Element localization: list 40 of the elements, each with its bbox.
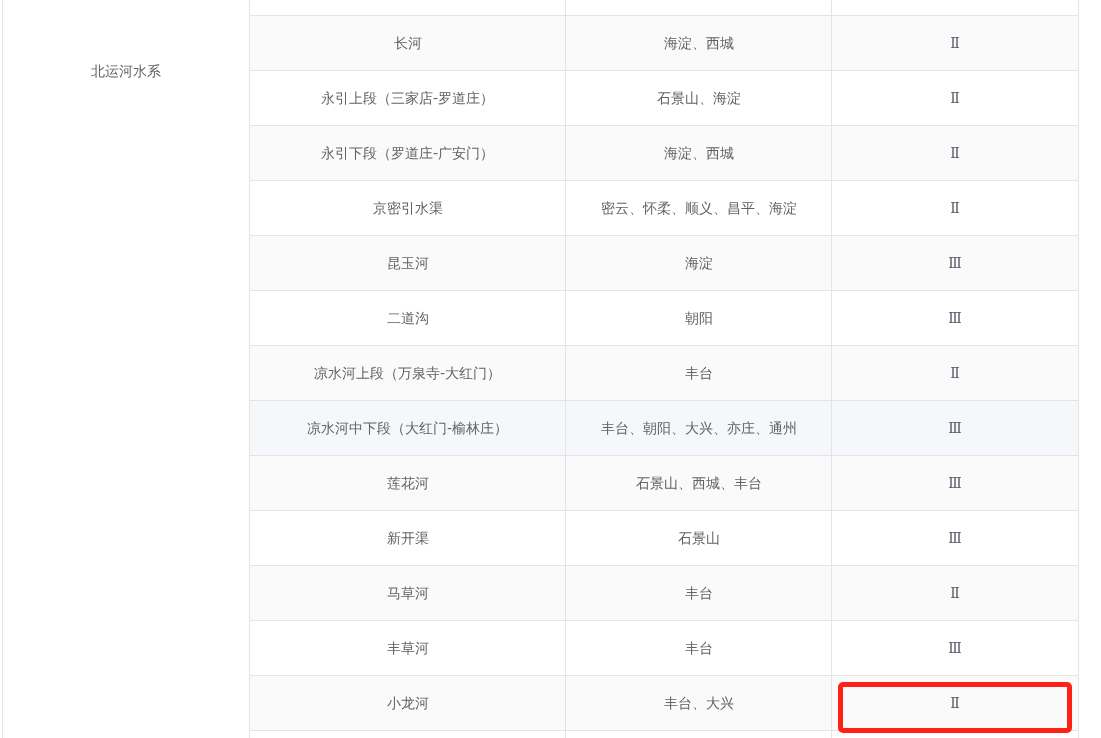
table-cell: Ⅱ [832, 566, 1079, 620]
table-cell: 永引上段（三家店-罗道庄） [250, 71, 566, 125]
table-cell: 新开渠 [250, 511, 566, 565]
table-cell: 小龙河 [250, 676, 566, 730]
table-cell: Ⅱ [832, 71, 1079, 125]
table-cell: 长河 [250, 16, 566, 70]
table-cell: Ⅱ [832, 126, 1079, 180]
table-cell: 丰草河 [250, 621, 566, 675]
table-cell: 永引下段（罗道庄-广安门） [250, 126, 566, 180]
table-cell: 丰台 [566, 621, 832, 675]
table-cell: Ⅲ [832, 401, 1079, 455]
table-cell: 石景山、海淀 [566, 71, 832, 125]
table-cell: 马草河 [250, 566, 566, 620]
table-cell: 朝阳 [566, 291, 832, 345]
table-cell: 石景山 [566, 511, 832, 565]
table-cell: 海淀、西城 [566, 126, 832, 180]
table-cell: 京密引水渠 [250, 181, 566, 235]
table-cell: 二道沟 [250, 291, 566, 345]
table-cell: Ⅲ [832, 291, 1079, 345]
table-cell: 昆玉河 [250, 236, 566, 290]
table-cell: 凉水河中下段（大红门-榆林庄） [250, 401, 566, 455]
table-cell: 莲花河 [250, 456, 566, 510]
table-cell: Ⅱ [832, 181, 1079, 235]
table-cell: Ⅲ [832, 511, 1079, 565]
table-cell: Ⅲ [832, 236, 1079, 290]
table-cell: Ⅱ [832, 676, 1079, 730]
table-cell: 海淀、西城 [566, 16, 832, 70]
table-cell: Ⅲ [832, 456, 1079, 510]
table-cell: Ⅲ [832, 621, 1079, 675]
table-cell: 石景山、西城、丰台 [566, 456, 832, 510]
table-cell: 凉水河上段（万泉寺-大红门） [250, 346, 566, 400]
table-cell: 北运河水系 [2, 0, 250, 738]
table-cell: 丰台、大兴 [566, 676, 832, 730]
table-cell: 密云、怀柔、顺义、昌平、海淀 [566, 181, 832, 235]
table-cell: Ⅱ [832, 346, 1079, 400]
table-cell: 丰台 [566, 566, 832, 620]
table-cell: 海淀 [566, 236, 832, 290]
table-cell: 丰台、朝阳、大兴、亦庄、通州 [566, 401, 832, 455]
table-cell: Ⅱ [832, 16, 1079, 70]
table-cell: 丰台 [566, 346, 832, 400]
